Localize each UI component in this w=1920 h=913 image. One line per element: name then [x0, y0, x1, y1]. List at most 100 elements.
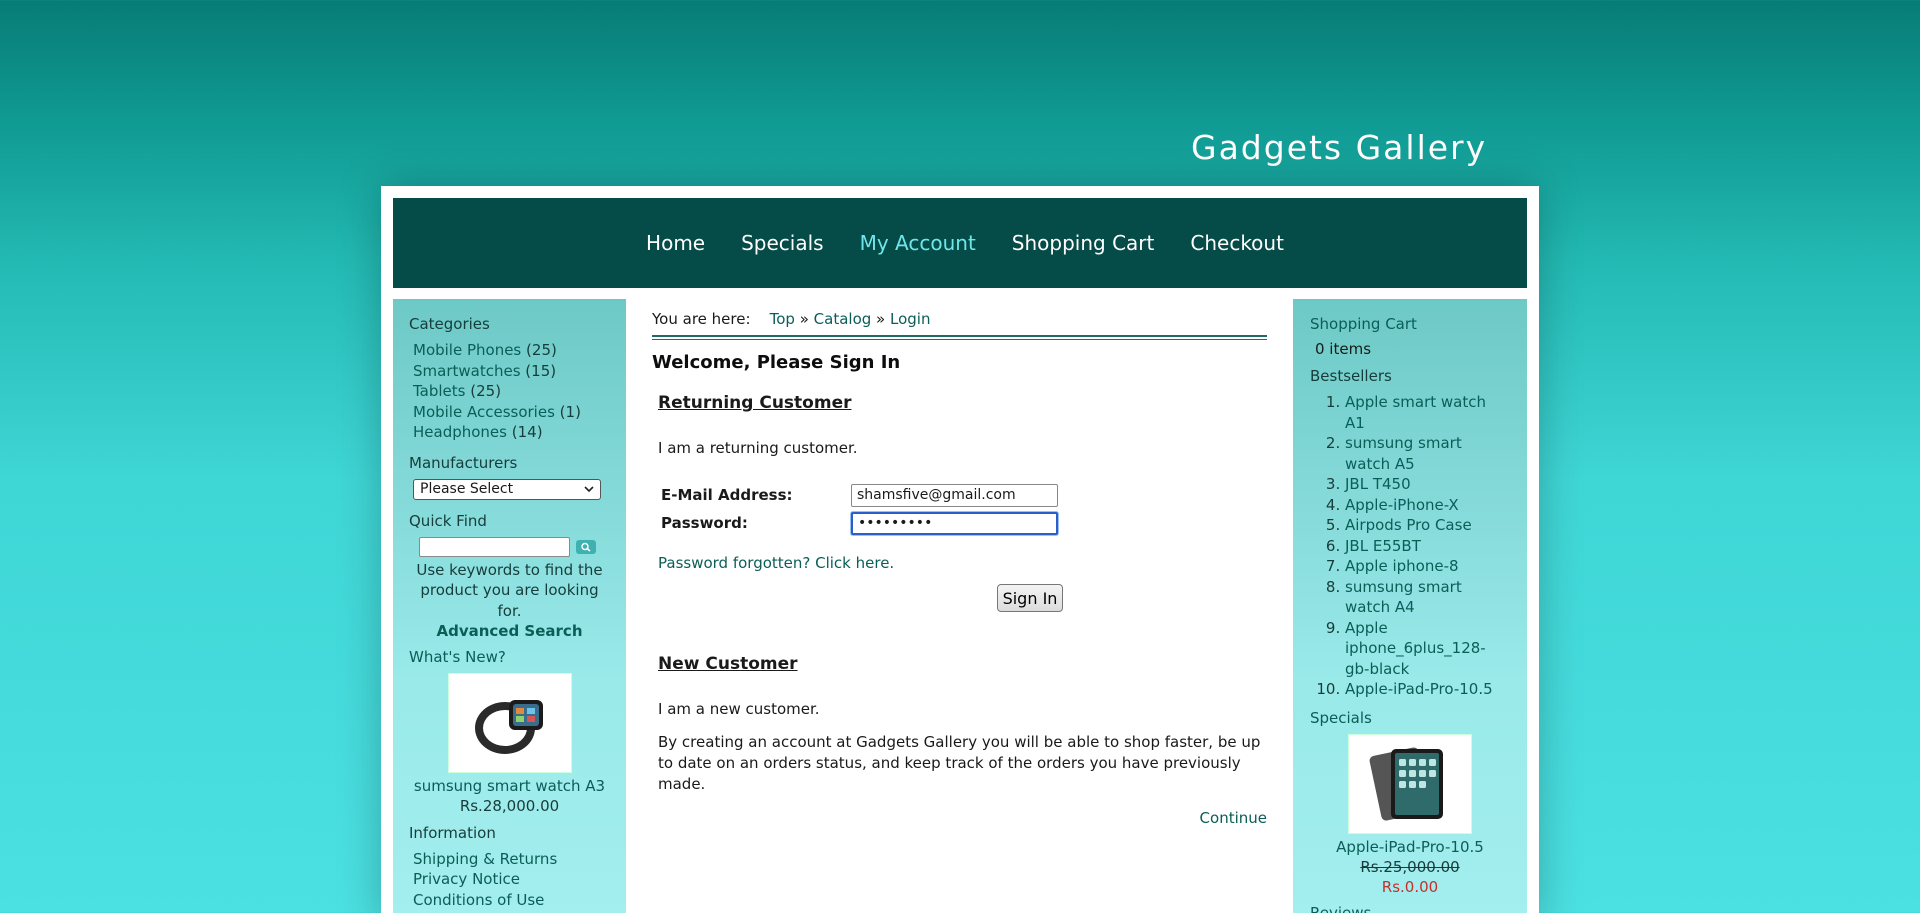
sign-in-button[interactable]: Sign In: [997, 584, 1063, 612]
whats-new-product-image[interactable]: [447, 672, 572, 773]
breadcrumb-separator: »: [799, 310, 809, 328]
bestseller-link[interactable]: sumsung smart watch A4: [1345, 578, 1462, 617]
bestseller-link[interactable]: JBL T450: [1345, 475, 1411, 493]
search-icon[interactable]: [576, 539, 596, 554]
category-item: Mobile Accessories (1): [413, 402, 610, 423]
specials-new-price: Rs.0.00: [1381, 878, 1439, 896]
nav-checkout[interactable]: Checkout: [1190, 231, 1284, 255]
information-item: Conditions of Use: [413, 890, 610, 911]
tablet-image: [1369, 746, 1443, 821]
bestseller-item: Apple-iPhone-X: [1345, 495, 1510, 516]
email-field[interactable]: shamsfive@gmail.com: [851, 483, 1058, 507]
specials-product-image[interactable]: [1348, 733, 1472, 834]
information-item: Privacy Notice: [413, 869, 610, 890]
bestseller-item: Airpods Pro Case: [1345, 515, 1510, 536]
reviews-heading[interactable]: Reviews: [1310, 904, 1510, 913]
breadcrumb-catalog[interactable]: Catalog: [814, 310, 872, 328]
new-customer-description: By creating an account at Gadgets Galler…: [658, 733, 1261, 793]
bestseller-item: Apple iphone_6plus_128-gb-black: [1345, 618, 1510, 680]
nav-shopping-cart[interactable]: Shopping Cart: [1012, 231, 1155, 255]
cart-items-count: 0 items: [1315, 340, 1372, 358]
manufacturers-heading: Manufacturers: [409, 453, 518, 472]
category-link-mobile-phones[interactable]: Mobile Phones: [413, 341, 521, 359]
new-customer-text: I am a new customer.: [658, 700, 820, 718]
bestsellers-list: Apple smart watch A1 sumsung smart watch…: [1310, 392, 1510, 700]
category-count: (14): [511, 423, 543, 441]
category-item: Tablets (25): [413, 381, 610, 402]
bestsellers-heading: Bestsellers: [1310, 367, 1392, 385]
bestseller-link[interactable]: Apple-iPad-Pro-10.5: [1345, 680, 1493, 698]
breadcrumb: You are here: Top » Catalog » Login: [652, 300, 1267, 335]
bestseller-item: Apple iphone-8: [1345, 556, 1510, 577]
whats-new-heading[interactable]: What's New?: [409, 648, 610, 666]
conditions-of-use-link[interactable]: Conditions of Use: [413, 891, 544, 909]
privacy-notice-link[interactable]: Privacy Notice: [413, 870, 520, 888]
password-forgotten-link[interactable]: Password forgotten? Click here.: [658, 554, 1267, 572]
breadcrumb-separator: »: [876, 310, 886, 328]
email-label: E-Mail Address:: [661, 486, 793, 504]
nav-specials[interactable]: Specials: [741, 231, 823, 255]
category-item: Headphones (14): [413, 422, 610, 443]
chevron-down-icon: [584, 481, 594, 497]
specials-product-name: Apple-iPad-Pro-10.5: [1310, 837, 1510, 858]
nav-home[interactable]: Home: [646, 231, 705, 255]
information-list: Shipping & Returns Privacy Notice Condit…: [409, 849, 610, 911]
bestseller-link[interactable]: Apple iphone_6plus_128-gb-black: [1345, 619, 1486, 678]
password-row: Password: •••••••••: [658, 509, 1267, 537]
new-customer-heading: New Customer: [658, 654, 798, 674]
continue-link[interactable]: Continue: [652, 809, 1267, 827]
manufacturers-select[interactable]: Please Select: [413, 478, 601, 500]
information-item: Shipping & Returns: [413, 849, 610, 870]
nav-my-account[interactable]: My Account: [860, 231, 976, 255]
password-label: Password:: [661, 514, 748, 532]
breadcrumb-prefix: You are here:: [652, 310, 751, 328]
manufacturers-selected-value: Please Select: [420, 481, 514, 497]
category-link-headphones[interactable]: Headphones: [413, 423, 507, 441]
category-count: (25): [470, 382, 502, 400]
quickfind-row: [419, 536, 610, 557]
password-field[interactable]: •••••••••: [851, 511, 1058, 535]
information-heading: Information: [409, 823, 496, 842]
category-link-smartwatches[interactable]: Smartwatches: [413, 362, 521, 380]
bestseller-item: sumsung smart watch A4: [1345, 577, 1510, 618]
bestseller-link[interactable]: Airpods Pro Case: [1345, 516, 1472, 534]
page-title: Welcome, Please Sign In: [652, 352, 901, 373]
specials-old-price: Rs.25,000.00: [1360, 858, 1460, 876]
breadcrumb-login[interactable]: Login: [890, 310, 930, 328]
bestseller-link[interactable]: Apple iphone-8: [1345, 557, 1459, 575]
shipping-returns-link[interactable]: Shipping & Returns: [413, 850, 557, 868]
main-navigation: Home Specials My Account Shopping Cart C…: [393, 198, 1527, 288]
returning-customer-text: I am a returning customer.: [658, 439, 858, 457]
whats-new-product-link[interactable]: sumsung smart watch A3: [414, 777, 605, 795]
bestseller-link[interactable]: sumsung smart watch A5: [1345, 434, 1462, 473]
main-content: You are here: Top » Catalog » Login Welc…: [652, 300, 1267, 827]
specials-heading[interactable]: Specials: [1310, 709, 1510, 727]
shopping-cart-heading[interactable]: Shopping Cart: [1310, 315, 1510, 333]
bestseller-link[interactable]: Apple-iPhone-X: [1345, 496, 1459, 514]
specials-product-link[interactable]: Apple-iPad-Pro-10.5: [1336, 838, 1484, 856]
bestseller-link[interactable]: Apple smart watch A1: [1345, 393, 1486, 432]
advanced-search-link[interactable]: Advanced Search: [409, 621, 610, 642]
category-link-tablets[interactable]: Tablets: [413, 382, 466, 400]
page-wrapper: Home Specials My Account Shopping Cart C…: [381, 186, 1539, 913]
email-row: E-Mail Address: shamsfive@gmail.com: [658, 481, 1267, 509]
whats-new-product-name: sumsung smart watch A3: [409, 776, 610, 797]
signin-row: Sign In: [652, 584, 1267, 624]
left-sidebar: Categories Mobile Phones (25) Smartwatch…: [393, 299, 626, 913]
quickfind-help-text: Use keywords to find the product you are…: [416, 560, 603, 620]
site-title: Gadgets Gallery: [1191, 128, 1488, 167]
bestseller-link[interactable]: JBL E55BT: [1345, 537, 1421, 555]
category-link-mobile-accessories[interactable]: Mobile Accessories: [413, 403, 555, 421]
right-sidebar: Shopping Cart 0 items Bestsellers Apple …: [1293, 299, 1527, 913]
bestseller-item: JBL T450: [1345, 474, 1510, 495]
category-count: (1): [559, 402, 581, 421]
bestseller-item: sumsung smart watch A5: [1345, 433, 1510, 474]
breadcrumb-top[interactable]: Top: [770, 310, 795, 328]
quickfind-input[interactable]: [419, 536, 570, 557]
category-item: Smartwatches (15): [413, 361, 610, 382]
login-form: E-Mail Address: shamsfive@gmail.com Pass…: [658, 481, 1267, 537]
bestseller-item: Apple smart watch A1: [1345, 392, 1510, 433]
category-item: Mobile Phones (25): [413, 340, 610, 361]
quickfind-heading: Quick Find: [409, 511, 487, 530]
bestseller-item: JBL E55BT: [1345, 536, 1510, 557]
